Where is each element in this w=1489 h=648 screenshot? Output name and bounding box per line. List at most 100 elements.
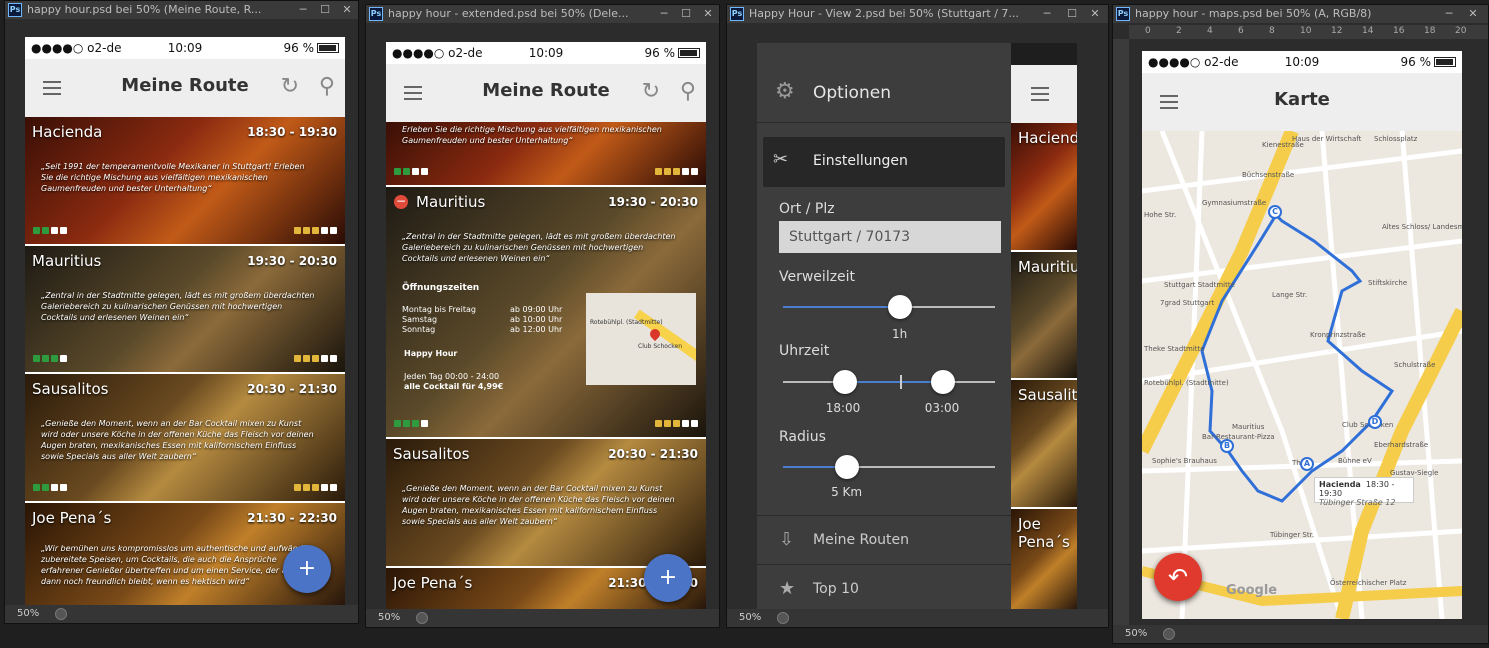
hours-row: Montag bis Freitag ab 09:00 Uhr [402, 305, 563, 314]
peek-card[interactable]: Hacienda [1011, 123, 1077, 252]
route-card-sausalitos[interactable]: Sausalitos 20:30 - 21:30 „Genieße den Mo… [25, 374, 345, 503]
window-titlebar[interactable]: Ps happy hour - extended.psd bei 50% (De… [366, 5, 719, 23]
window-options[interactable]: Ps Happy Hour - View 2.psd bei 50% (Stut… [726, 4, 1109, 628]
window-extended[interactable]: Ps happy hour - extended.psd bei 50% (De… [365, 4, 720, 628]
refresh-icon[interactable]: ↻ [281, 75, 299, 99]
card-name: Hacienda [1018, 129, 1077, 147]
window-titlebar[interactable]: Ps Happy Hour - View 2.psd bei 50% (Stut… [727, 5, 1108, 23]
minimize-icon[interactable]: ─ [292, 1, 314, 19]
window-route[interactable]: Ps happy hour.psd bei 50% (Meine Route, … [4, 0, 359, 624]
route-card-hacienda[interactable]: Erleben Sie die richtige Mischung aus vi… [386, 122, 706, 187]
app-bar: Karte [1142, 73, 1462, 131]
close-icon[interactable]: ✕ [697, 5, 719, 23]
ort-input[interactable]: Stuttgart / 70173 [779, 221, 1001, 253]
card-name: Mauritius [416, 193, 486, 211]
page-title: Karte [1274, 89, 1330, 110]
minimize-icon[interactable]: ─ [1438, 5, 1460, 23]
add-button[interactable]: + [283, 545, 331, 593]
map-view[interactable]: Haus der Wirtschaft Schlossplatz Büchsenst… [1142, 131, 1462, 619]
close-icon[interactable]: ✕ [1084, 5, 1106, 23]
price-rating [394, 168, 430, 175]
map-label: Sophie's Brauhaus [1152, 457, 1217, 465]
window-titlebar[interactable]: Ps happy hour.psd bei 50% (Meine Route, … [5, 1, 358, 19]
card-time: 19:30 - 20:30 [247, 254, 337, 268]
uhrzeit-from: 18:00 [825, 401, 861, 415]
happy-hour-line1: Jeden Tag 00:00 - 24:00 [404, 372, 500, 381]
slider-knob[interactable] [887, 295, 912, 319]
slider-fill [783, 306, 900, 308]
map-label: Altes Schloss/ Landesmuseum [1382, 223, 1462, 231]
route-card-hacienda[interactable]: Hacienda 18:30 - 19:30 „Seit 1991 der te… [25, 117, 345, 246]
einstellungen-item[interactable]: ✂ Einstellungen [763, 137, 1005, 187]
range-knob-from[interactable] [833, 370, 857, 394]
app-bar: Meine Route ↻ ⚲ [386, 64, 706, 122]
map-popup[interactable]: Hacienda 18:30 - 19:30 Tübinger Straße 1… [1314, 477, 1414, 507]
ruler-tick: 14 [1362, 26, 1374, 36]
peek-panel: Hacienda Mauritius Sausalito Joe Pena´s [1011, 43, 1077, 611]
remove-icon[interactable]: − [394, 195, 408, 209]
route-marker-a[interactable]: A [1300, 457, 1314, 471]
route-marker-d[interactable]: D [1368, 415, 1382, 429]
ruler-tick: 18 [1424, 26, 1436, 36]
verweilzeit-slider[interactable] [783, 295, 995, 319]
minimize-icon[interactable]: ─ [1036, 5, 1058, 23]
window-title: happy hour.psd bei 50% (Meine Route, R..… [27, 3, 262, 16]
peek-card[interactable]: Sausalito [1011, 380, 1077, 509]
add-button[interactable]: + [644, 554, 692, 602]
range-knob-to[interactable] [931, 370, 955, 394]
map-label: Hohe Str. [1144, 211, 1177, 219]
peek-card[interactable]: Mauritius [1011, 252, 1077, 380]
window-maps[interactable]: Ps happy hour - maps.psd bei 50% (A, RGB… [1112, 4, 1489, 644]
star-rating [292, 355, 337, 362]
card-description: „Genieße den Moment, wenn an der Bar Coc… [41, 419, 314, 461]
zoom-icon[interactable] [55, 608, 67, 620]
uhrzeit-range-slider[interactable] [783, 370, 995, 394]
close-icon[interactable]: ✕ [336, 1, 358, 19]
maximize-icon[interactable]: ☐ [675, 5, 697, 23]
hours-title: Öffnungszeiten [402, 283, 480, 293]
ruler-tick: 10 [1300, 26, 1312, 36]
menu-icon[interactable] [1031, 87, 1049, 101]
download-icon: ⇩ [779, 529, 795, 550]
slider-knob[interactable] [834, 455, 859, 479]
radius-slider[interactable] [783, 455, 995, 479]
zoom-icon[interactable] [1163, 628, 1175, 640]
zoom-level: 50% [1125, 628, 1148, 639]
peek-app-bar [1011, 65, 1077, 123]
ruler-tick: 2 [1176, 26, 1182, 36]
photoshop-icon: Ps [8, 3, 22, 17]
menu-item-meine-routen[interactable]: ⇩ Meine Routen [757, 515, 1011, 563]
map-label: Theke Stadtmitte [1144, 345, 1205, 353]
maximize-icon[interactable]: ☐ [1061, 5, 1083, 23]
battery: 96 % [1401, 51, 1456, 73]
refresh-icon[interactable]: ↻ [642, 80, 660, 104]
location-pin-icon[interactable]: ⚲ [680, 80, 696, 104]
menu-item-top-10[interactable]: ★ Top 10 [757, 564, 1011, 611]
location-pin-icon[interactable]: ⚲ [319, 75, 335, 99]
zoom-icon[interactable] [777, 612, 789, 624]
zoom-icon[interactable] [416, 612, 428, 624]
zoom-level: 50% [17, 608, 40, 619]
uhrzeit-label: Uhrzeit [779, 343, 830, 359]
route-card-mauritius[interactable]: Mauritius 19:30 - 20:30 „Zentral in der … [25, 246, 345, 374]
photoshop-icon: Ps [1116, 7, 1130, 21]
card-name: Sausalito [1018, 386, 1077, 404]
route-marker-c[interactable]: C [1268, 205, 1282, 219]
scissors-icon: ✂ [773, 149, 789, 170]
window-titlebar[interactable]: Ps happy hour - maps.psd bei 50% (A, RGB… [1113, 5, 1488, 23]
route-card-mauritius-expanded[interactable]: − Mauritius 19:30 - 20:30 „Zentral in de… [386, 187, 706, 439]
card-time: 20:30 - 21:30 [608, 447, 698, 461]
mini-map[interactable]: Rotebühlpl. (Stadtmitte) Club Schocken [586, 293, 696, 385]
back-button[interactable]: ↶ [1154, 553, 1202, 601]
route-card-sausalitos[interactable]: Sausalitos 20:30 - 21:30 „Genieße den Mo… [386, 439, 706, 568]
window-title: happy hour - maps.psd bei 50% (A, RGB/8) [1135, 7, 1372, 20]
route-marker-b[interactable]: B [1220, 439, 1234, 453]
peek-card[interactable]: Joe Pena´s [1011, 509, 1077, 611]
menu-label: Meine Routen [813, 532, 910, 548]
minimize-icon[interactable]: ─ [653, 5, 675, 23]
maximize-icon[interactable]: ☐ [314, 1, 336, 19]
gear-icon: ⚙ [775, 79, 795, 104]
photoshop-icon: Ps [369, 7, 383, 21]
close-icon[interactable]: ✕ [1462, 5, 1484, 23]
reply-arrow-icon: ↶ [1167, 563, 1189, 591]
